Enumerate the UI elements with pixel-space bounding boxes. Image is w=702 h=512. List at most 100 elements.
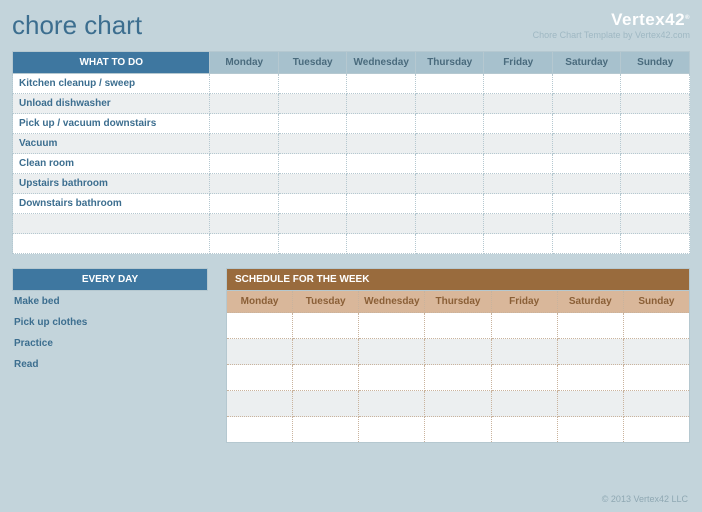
chore-cell[interactable] [347, 94, 416, 114]
chore-cell[interactable] [552, 194, 621, 214]
chore-cell[interactable] [484, 214, 553, 234]
chore-cell[interactable] [484, 74, 553, 94]
chore-cell[interactable] [415, 194, 484, 214]
chore-cell[interactable] [278, 214, 347, 234]
schedule-cell[interactable] [359, 313, 425, 339]
chore-cell[interactable] [484, 94, 553, 114]
chore-cell[interactable] [484, 194, 553, 214]
chore-cell[interactable] [278, 174, 347, 194]
chore-cell[interactable] [278, 94, 347, 114]
schedule-cell[interactable] [491, 391, 557, 417]
chore-cell[interactable] [552, 134, 621, 154]
schedule-cell[interactable] [227, 339, 293, 365]
chore-cell[interactable] [552, 214, 621, 234]
chore-cell[interactable] [552, 234, 621, 254]
schedule-cell[interactable] [491, 339, 557, 365]
schedule-cell[interactable] [557, 365, 623, 391]
chore-cell[interactable] [210, 74, 279, 94]
chore-cell[interactable] [484, 234, 553, 254]
schedule-cell[interactable] [359, 339, 425, 365]
schedule-cell[interactable] [425, 365, 491, 391]
chore-cell[interactable] [552, 114, 621, 134]
chore-cell[interactable] [210, 234, 279, 254]
schedule-cell[interactable] [425, 417, 491, 443]
schedule-cell[interactable] [293, 339, 359, 365]
schedule-cell[interactable] [359, 365, 425, 391]
chore-cell[interactable] [621, 134, 690, 154]
schedule-cell[interactable] [491, 365, 557, 391]
schedule-cell[interactable] [293, 365, 359, 391]
chore-cell[interactable] [415, 134, 484, 154]
chore-cell[interactable] [621, 234, 690, 254]
chore-cell[interactable] [210, 114, 279, 134]
chore-cell[interactable] [552, 154, 621, 174]
schedule-cell[interactable] [293, 417, 359, 443]
chore-cell[interactable] [484, 134, 553, 154]
chore-cell[interactable] [278, 114, 347, 134]
chore-cell[interactable] [621, 194, 690, 214]
chore-name [13, 234, 210, 254]
chore-cell[interactable] [415, 94, 484, 114]
chore-cell[interactable] [621, 114, 690, 134]
schedule-cell[interactable] [425, 339, 491, 365]
chore-cell[interactable] [278, 194, 347, 214]
chore-cell[interactable] [278, 234, 347, 254]
schedule-cell[interactable] [227, 365, 293, 391]
schedule-cell[interactable] [557, 313, 623, 339]
chore-cell[interactable] [210, 134, 279, 154]
chore-cell[interactable] [484, 114, 553, 134]
schedule-cell[interactable] [491, 313, 557, 339]
chore-cell[interactable] [347, 174, 416, 194]
chore-cell[interactable] [415, 174, 484, 194]
schedule-cell[interactable] [359, 391, 425, 417]
chore-cell[interactable] [552, 74, 621, 94]
schedule-cell[interactable] [227, 313, 293, 339]
chore-cell[interactable] [347, 74, 416, 94]
chore-cell[interactable] [415, 74, 484, 94]
schedule-cell[interactable] [623, 313, 689, 339]
schedule-cell[interactable] [425, 313, 491, 339]
chore-cell[interactable] [415, 114, 484, 134]
schedule-cell[interactable] [557, 339, 623, 365]
chore-cell[interactable] [621, 74, 690, 94]
chore-cell[interactable] [278, 74, 347, 94]
schedule-cell[interactable] [623, 365, 689, 391]
schedule-cell[interactable] [359, 417, 425, 443]
chore-cell[interactable] [484, 174, 553, 194]
chore-cell[interactable] [210, 174, 279, 194]
chore-cell[interactable] [347, 114, 416, 134]
chore-cell[interactable] [278, 154, 347, 174]
chore-cell[interactable] [552, 94, 621, 114]
schedule-cell[interactable] [557, 391, 623, 417]
schedule-cell[interactable] [227, 391, 293, 417]
chore-cell[interactable] [347, 134, 416, 154]
schedule-cell[interactable] [293, 391, 359, 417]
chore-cell[interactable] [210, 94, 279, 114]
chore-cell[interactable] [347, 154, 416, 174]
chore-cell[interactable] [621, 154, 690, 174]
chore-cell[interactable] [415, 154, 484, 174]
schedule-cell[interactable] [557, 417, 623, 443]
chore-cell[interactable] [347, 194, 416, 214]
chore-cell[interactable] [621, 174, 690, 194]
chore-cell[interactable] [210, 194, 279, 214]
schedule-cell[interactable] [227, 417, 293, 443]
day-header: Wednesday [347, 52, 416, 74]
chore-cell[interactable] [210, 214, 279, 234]
chore-cell[interactable] [552, 174, 621, 194]
chore-cell[interactable] [415, 234, 484, 254]
chore-cell[interactable] [347, 214, 416, 234]
schedule-cell[interactable] [623, 417, 689, 443]
chore-cell[interactable] [278, 134, 347, 154]
schedule-cell[interactable] [623, 391, 689, 417]
schedule-cell[interactable] [293, 313, 359, 339]
schedule-cell[interactable] [491, 417, 557, 443]
chore-cell[interactable] [210, 154, 279, 174]
chore-cell[interactable] [621, 94, 690, 114]
chore-cell[interactable] [347, 234, 416, 254]
schedule-cell[interactable] [623, 339, 689, 365]
chore-cell[interactable] [621, 214, 690, 234]
schedule-cell[interactable] [425, 391, 491, 417]
chore-cell[interactable] [415, 214, 484, 234]
chore-cell[interactable] [484, 154, 553, 174]
